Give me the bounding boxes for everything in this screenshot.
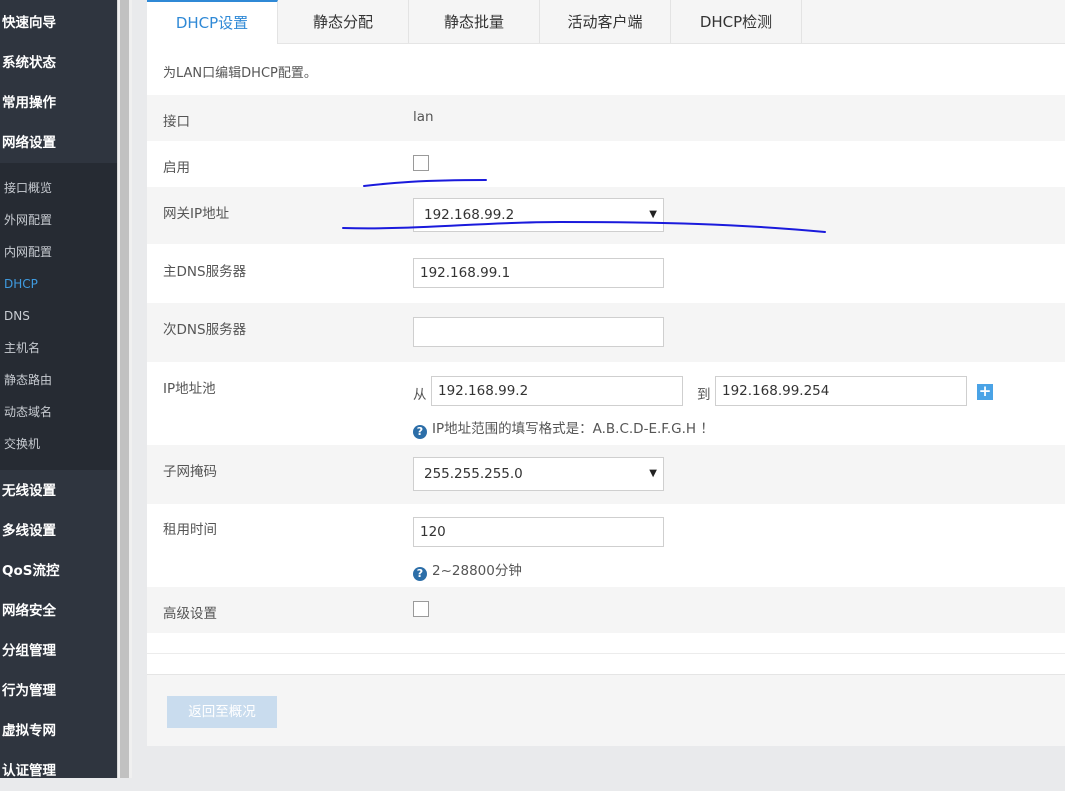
add-range-icon[interactable]: + [977, 384, 993, 400]
menu-security[interactable]: 网络安全 [0, 591, 117, 631]
submenu-hostname[interactable]: 主机名 [0, 332, 117, 364]
interface-value: lan [413, 109, 434, 125]
menu-wireless[interactable]: 无线设置 [0, 471, 117, 511]
row-enable: 启用 [147, 141, 1065, 187]
tab-static-assign[interactable]: 静态分配 [278, 0, 409, 43]
menu-qos[interactable]: QoS流控 [0, 551, 117, 591]
pool-end-input[interactable]: 192.168.99.254 [715, 376, 967, 406]
row-ip-pool: IP地址池 从 192.168.99.2 到 192.168.99.254 + … [147, 362, 1065, 445]
lease-hint: ? 2~28800分钟 [413, 559, 522, 581]
menu-auth[interactable]: 认证管理 [0, 751, 117, 791]
tab-dhcp-detect[interactable]: DHCP检测 [671, 0, 802, 43]
subnet-select[interactable]: 255.255.255.0 ▼ [413, 457, 664, 491]
lease-hint-text: 2~28800分钟 [432, 563, 522, 579]
submenu-dns[interactable]: DNS [0, 300, 117, 332]
dhcp-panel: DHCP设置 静态分配 静态批量 活动客户端 DHCP检测 为LAN口编辑DHC… [147, 0, 1065, 746]
tab-dhcp-settings[interactable]: DHCP设置 [147, 0, 278, 44]
footer-bar: 返回至概况 [147, 674, 1065, 746]
subnet-selected-value: 255.255.255.0 [424, 466, 523, 482]
submenu-switch[interactable]: 交换机 [0, 428, 117, 460]
pool-from-label: 从 [413, 387, 427, 403]
row-lease: 租用时间 120 ? 2~28800分钟 [147, 504, 1065, 587]
menu-vpn[interactable]: 虚拟专网 [0, 711, 117, 751]
dropdown-arrow-icon: ▼ [649, 209, 657, 220]
gateway-label: 网关IP地址 [163, 206, 230, 222]
tab-bar: DHCP设置 静态分配 静态批量 活动客户端 DHCP检测 [147, 0, 1065, 44]
ip-pool-label: IP地址池 [163, 381, 216, 397]
row-subnet: 子网掩码 255.255.255.0 ▼ [147, 445, 1065, 504]
ip-pool-hint-text: IP地址范围的填写格式是：A.B.C.D-E.F.G.H ！ [432, 421, 714, 437]
lease-input[interactable]: 120 [413, 517, 664, 547]
menu-multiline[interactable]: 多线设置 [0, 511, 117, 551]
menu-network-settings[interactable]: 网络设置 [0, 123, 117, 163]
gateway-selected-value: 192.168.99.2 [424, 207, 515, 223]
question-icon: ? [413, 425, 427, 439]
row-dns2: 次DNS服务器 [147, 303, 1065, 362]
menu-system-status[interactable]: 系统状态 [0, 43, 117, 83]
menu-common-ops[interactable]: 常用操作 [0, 83, 117, 123]
tab-static-batch[interactable]: 静态批量 [409, 0, 540, 43]
submenu-interface-overview[interactable]: 接口概览 [0, 172, 117, 204]
dropdown-arrow-icon: ▼ [649, 468, 657, 479]
submenu-ddns[interactable]: 动态域名 [0, 396, 117, 428]
row-gateway: 网关IP地址 192.168.99.2 ▼ [147, 187, 1065, 244]
submenu-wan-config[interactable]: 外网配置 [0, 204, 117, 236]
advanced-label: 高级设置 [163, 606, 217, 622]
subnet-label: 子网掩码 [163, 464, 217, 480]
lease-label: 租用时间 [163, 522, 217, 538]
back-to-overview-button[interactable]: 返回至概况 [167, 696, 277, 728]
ip-pool-hint: ? IP地址范围的填写格式是：A.B.C.D-E.F.G.H ！ [413, 417, 714, 439]
sidebar: 快速向导 系统状态 常用操作 网络设置 接口概览 外网配置 内网配置 DHCP … [0, 0, 117, 779]
enable-label: 启用 [163, 160, 190, 176]
question-icon: ? [413, 567, 427, 581]
page-description: 为LAN口编辑DHCP配置。 [163, 66, 317, 81]
gateway-select[interactable]: 192.168.99.2 ▼ [413, 198, 664, 232]
menu-groups[interactable]: 分组管理 [0, 631, 117, 671]
dns1-label: 主DNS服务器 [163, 264, 247, 280]
sidebar-scrollbar[interactable] [117, 0, 132, 778]
dns2-label: 次DNS服务器 [163, 322, 247, 338]
submenu-static-route[interactable]: 静态路由 [0, 364, 117, 396]
menu-behavior[interactable]: 行为管理 [0, 671, 117, 711]
dns1-input[interactable]: 192.168.99.1 [413, 258, 664, 288]
tab-active-clients[interactable]: 活动客户端 [540, 0, 671, 43]
menu-quick-guide[interactable]: 快速向导 [0, 3, 117, 43]
enable-checkbox[interactable] [413, 155, 429, 171]
row-advanced: 高级设置 [147, 587, 1065, 633]
submenu-lan-config[interactable]: 内网配置 [0, 236, 117, 268]
pool-to-label: 到 [697, 387, 711, 403]
row-dns1: 主DNS服务器 192.168.99.1 [147, 244, 1065, 303]
divider [147, 653, 1065, 654]
advanced-checkbox[interactable] [413, 601, 429, 617]
interface-label: 接口 [163, 114, 190, 130]
dns2-input[interactable] [413, 317, 664, 347]
scrollbar-thumb[interactable] [120, 0, 129, 778]
submenu-dhcp[interactable]: DHCP [0, 268, 117, 300]
row-interface: 接口 lan [147, 95, 1065, 141]
pool-start-input[interactable]: 192.168.99.2 [431, 376, 683, 406]
